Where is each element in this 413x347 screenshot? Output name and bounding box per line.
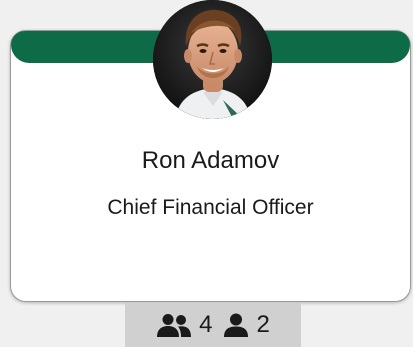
team-count-button[interactable]: 4: [156, 311, 213, 339]
employee-title: Chief Financial Officer: [107, 196, 314, 219]
avatar[interactable]: [153, 0, 272, 119]
person-icon: [222, 313, 250, 337]
portrait-photo: [153, 0, 272, 119]
org-chart-node: Ron Adamov Chief Financial Officer 4 2: [0, 0, 413, 347]
group-icon: [156, 313, 192, 337]
direct-reports-button[interactable]: 2: [222, 311, 270, 339]
stats-bar: 4 2: [125, 303, 301, 347]
team-count: 4: [199, 311, 213, 338]
employee-name: Ron Adamov: [141, 147, 280, 174]
direct-reports-count: 2: [256, 311, 270, 338]
